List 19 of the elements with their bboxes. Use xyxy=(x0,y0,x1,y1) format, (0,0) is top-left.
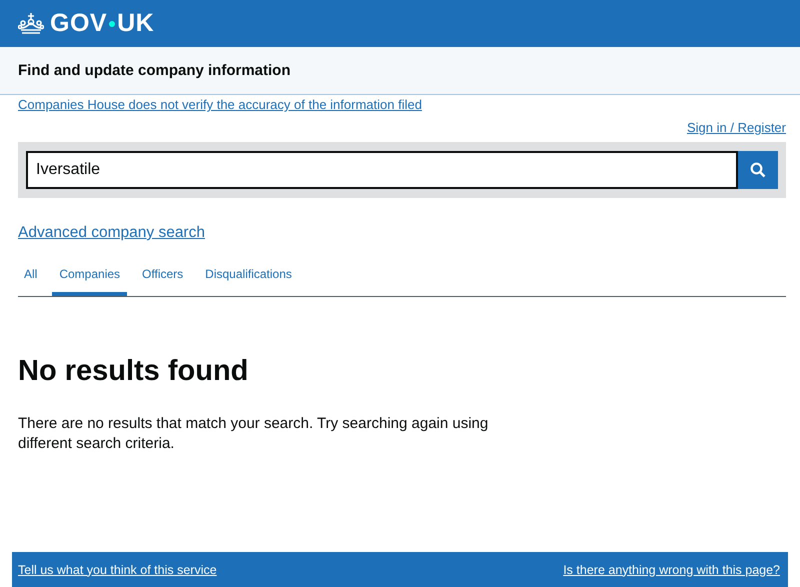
sign-in-link[interactable]: Sign in / Register xyxy=(687,120,786,138)
tab[interactable]: Disqualifications xyxy=(198,258,299,296)
advanced-search-link[interactable]: Advanced company search xyxy=(18,224,205,241)
search-field[interactable]: Iversatile xyxy=(26,151,738,189)
logo-text: GOV xyxy=(50,9,108,38)
tab[interactable]: Companies xyxy=(52,258,128,296)
message: There are no results that match your search. Try searching again using different search criteria. xyxy=(18,414,490,454)
logo-text: UK xyxy=(117,9,154,38)
search-icon xyxy=(750,162,766,178)
search-button[interactable] xyxy=(738,151,778,189)
tab[interactable]: All xyxy=(18,258,44,296)
heading: No results found xyxy=(18,355,250,388)
service-name: Find and update company information xyxy=(18,62,291,79)
notice-link[interactable]: Companies House does not verify the accuracy of the information filed xyxy=(18,97,422,112)
tab[interactable]: Officers xyxy=(135,258,190,296)
crown-icon xyxy=(18,12,44,36)
report-link[interactable]: Is there anything wrong with this page? xyxy=(563,562,780,576)
dot-icon xyxy=(109,20,116,26)
feedback-link[interactable]: Tell us what you think of this service xyxy=(18,562,217,576)
